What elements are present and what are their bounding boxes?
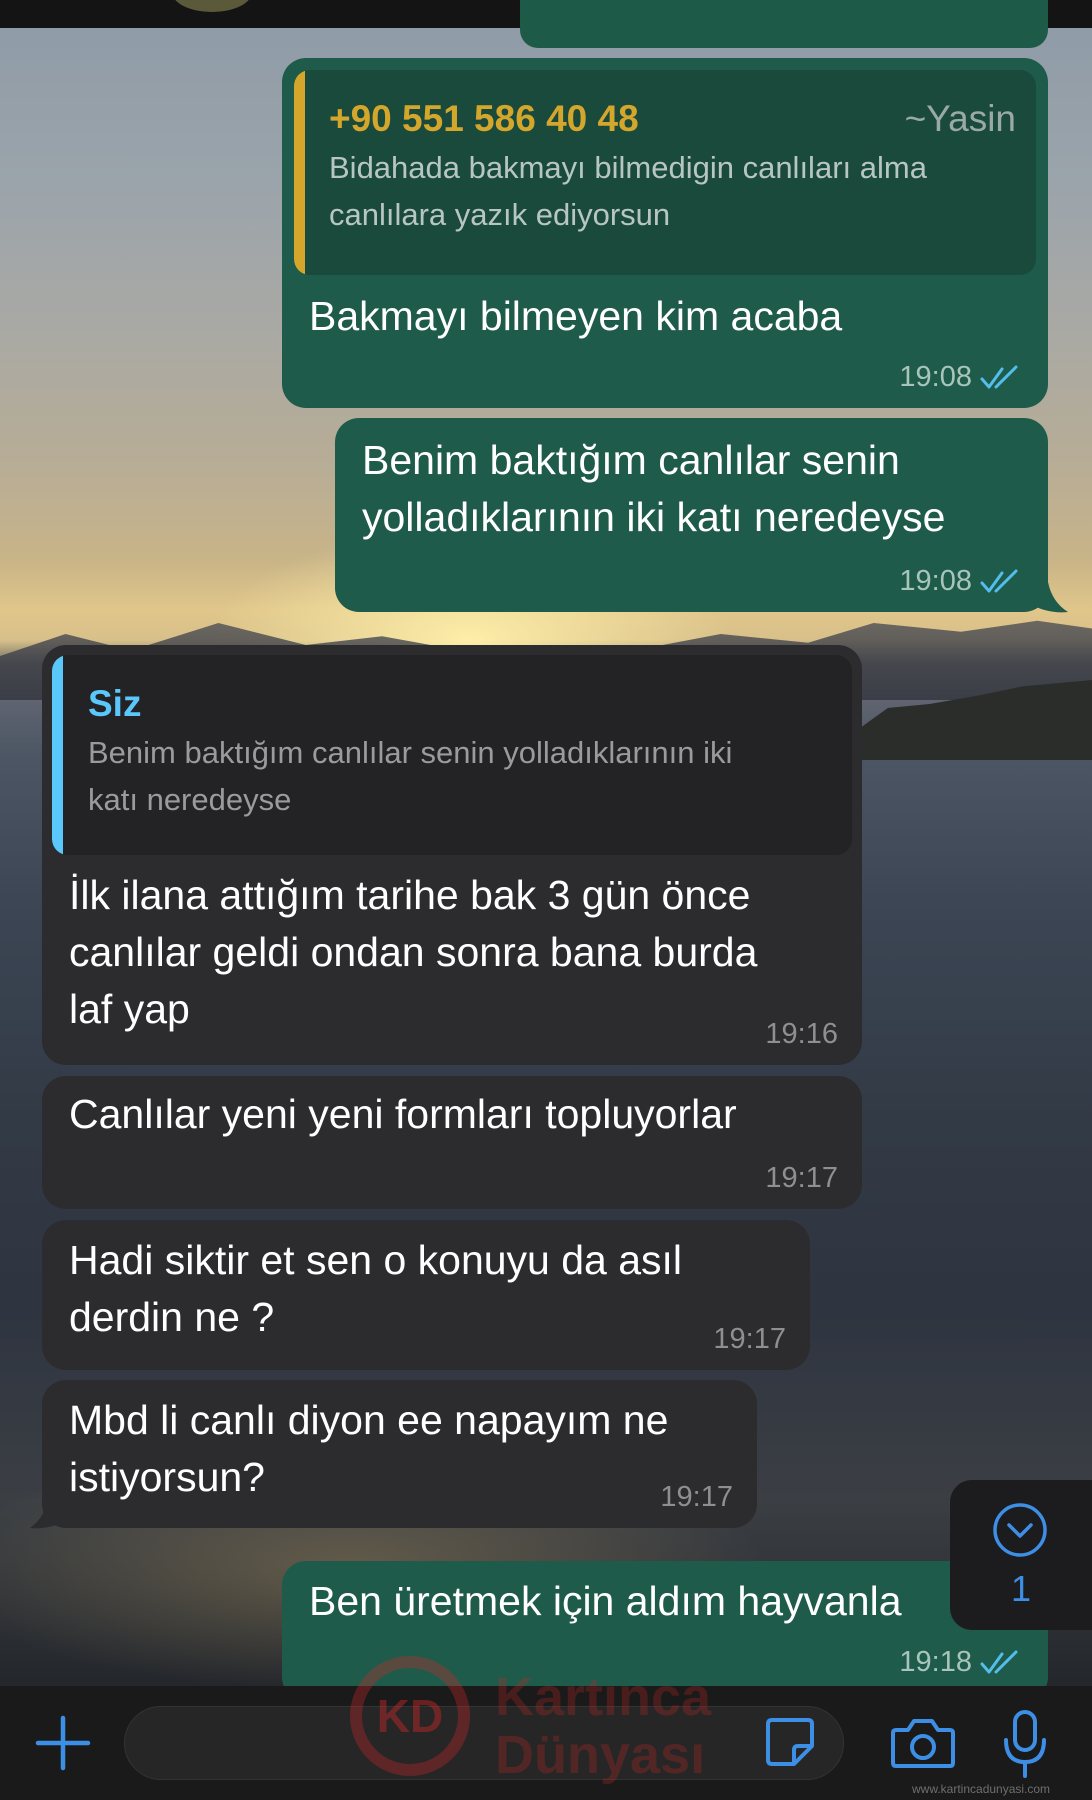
watermark-logo: KD	[350, 1656, 470, 1776]
message-bubble-incoming[interactable]: Canlılar yeni yeni formları topluyorlar …	[42, 1076, 862, 1209]
message-time: 19:16	[765, 1018, 838, 1050]
sticker-icon[interactable]	[762, 1714, 818, 1770]
watermark-line2: Dünyası	[495, 1725, 706, 1785]
message-time: 19:17	[660, 1481, 733, 1513]
scroll-to-bottom-button[interactable]: 1	[950, 1480, 1092, 1630]
unread-count-badge: 1	[1010, 1568, 1032, 1609]
bubble-tail-incoming	[30, 1500, 66, 1529]
message-input[interactable]	[124, 1706, 844, 1780]
read-ticks-icon	[980, 1650, 1018, 1673]
message-time: 19:18	[899, 1646, 972, 1678]
watermark-url: www.kartincadunyasi.com	[912, 1782, 1051, 1796]
avatar[interactable]	[172, 0, 252, 12]
message-time: 19:17	[713, 1323, 786, 1355]
message-bubble-outgoing[interactable]: +90 551 586 40 48 ~Yasin Bidahada bakmay…	[282, 58, 1048, 408]
quote-accent-bar	[294, 70, 305, 275]
message-meta: 19:17	[713, 1323, 786, 1356]
quote-accent-bar	[52, 655, 63, 855]
read-ticks-icon	[980, 365, 1018, 388]
quoted-message[interactable]: +90 551 586 40 48 ~Yasin Bidahada bakmay…	[294, 70, 1036, 275]
previous-message-bubble[interactable]	[520, 0, 1048, 48]
message-bubble-incoming[interactable]: Mbd li canlı diyon ee napayım ne istiyor…	[42, 1380, 757, 1528]
message-bubble-incoming[interactable]: Siz Benim baktığım canlılar senin yollad…	[42, 645, 862, 1065]
chevron-down-circle-icon	[993, 1503, 1047, 1557]
message-text: Ben üretmek için aldım hayvanla	[309, 1578, 902, 1624]
message-meta: 19:08	[899, 565, 1024, 598]
message-text: Hadi siktir et sen o konuyu da asıl derd…	[69, 1237, 683, 1340]
read-ticks-icon	[980, 569, 1018, 592]
quote-sender-name: Siz	[88, 683, 142, 724]
quote-text: Bidahada bakmayı bilmedigin canlıları al…	[329, 150, 927, 232]
bubble-tail-outgoing	[1030, 582, 1068, 613]
quote-sender-number: +90 551 586 40 48	[329, 98, 639, 139]
watermark-text: Kartınca Dünyası	[495, 1668, 711, 1784]
message-text: Canlılar yeni yeni formları topluyorlar	[69, 1091, 737, 1137]
message-bubble-outgoing[interactable]: Benim baktığım canlılar senin yolladıkla…	[335, 418, 1048, 612]
watermark-line1: Kartınca	[495, 1667, 712, 1727]
message-meta: 19:16	[765, 1018, 838, 1051]
message-meta: 19:17	[765, 1162, 838, 1195]
message-text: Mbd li canlı diyon ee napayım ne istiyor…	[69, 1397, 669, 1500]
quote-sender-name: ~Yasin	[904, 98, 1016, 139]
plus-icon[interactable]	[30, 1710, 96, 1776]
message-text: Bakmayı bilmeyen kim acaba	[309, 293, 843, 339]
message-text: Benim baktığım canlılar senin yolladıkla…	[362, 437, 946, 540]
message-meta: 19:18	[899, 1646, 1024, 1679]
message-time: 19:17	[765, 1162, 838, 1194]
camera-icon[interactable]	[890, 1716, 956, 1770]
message-meta: 19:08	[899, 361, 1024, 394]
quoted-message[interactable]: Siz Benim baktığım canlılar senin yollad…	[52, 655, 852, 855]
microphone-icon[interactable]	[1000, 1708, 1050, 1780]
message-meta: 19:17	[660, 1481, 733, 1514]
message-time: 19:08	[899, 565, 972, 597]
message-time: 19:08	[899, 361, 972, 393]
message-text: İlk ilana attığım tarihe bak 3 gün önce …	[69, 872, 758, 1032]
quote-text: Benim baktığım canlılar senin yolladıkla…	[88, 735, 733, 817]
message-bubble-incoming[interactable]: Hadi siktir et sen o konuyu da asıl derd…	[42, 1220, 810, 1370]
